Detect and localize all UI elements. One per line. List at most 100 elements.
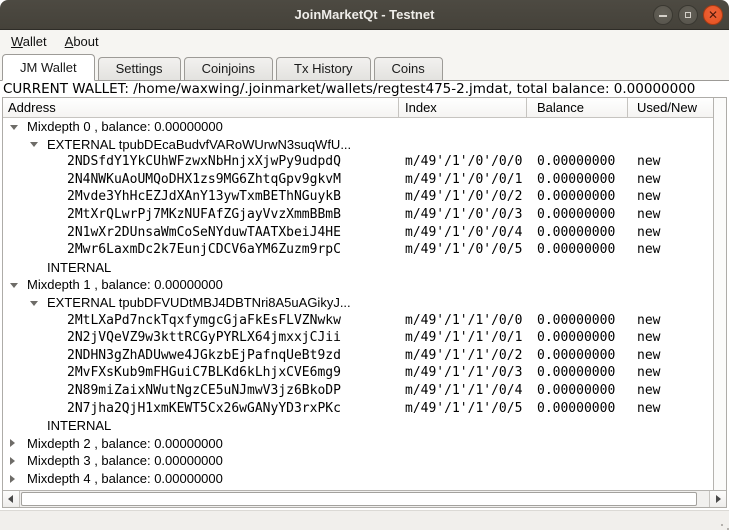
expand-icon[interactable] <box>10 475 15 483</box>
tree-row-branch[interactable]: Mixdepth 2 , balance: 0.00000000 <box>3 435 713 453</box>
address-cell: 2MtXrQLwrPj7MKzNUFAfZGjayVvzXmmBBmB <box>67 206 341 224</box>
expand-icon[interactable] <box>10 439 15 447</box>
resize-grip-icon[interactable] <box>721 524 723 526</box>
index-cell: m/49'/1'/1'/0/4 <box>405 382 522 400</box>
tree-row-address[interactable]: 2Mvde3YhHcEZJdXAnY13ywTxmBEThNGuykBm/49'… <box>3 188 713 206</box>
collapse-icon[interactable] <box>10 125 18 130</box>
index-cell: m/49'/1'/0'/0/1 <box>405 171 522 189</box>
tree-row-branch[interactable]: EXTERNAL tpubDEcaBudvfVARoWUrwN3suqWfU..… <box>3 136 713 154</box>
tree-row-address[interactable]: 2MtLXaPd7nckTqxfymgcGjaFkEsFLVZNwkw m/49'… <box>3 312 713 330</box>
tree-row-address[interactable]: 2N89miZaixNWutNgzCE5uNJmwV3jz6BkoDP m/49'… <box>3 382 713 400</box>
status-cell: new <box>637 224 660 242</box>
window-title: JoinMarketQt - Testnet <box>0 0 729 30</box>
horizontal-scrollbar[interactable] <box>3 490 726 507</box>
status-cell: new <box>637 241 660 259</box>
status-cell: new <box>637 347 660 365</box>
close-button[interactable]: ✕ <box>703 5 723 25</box>
status-cell: new <box>637 206 660 224</box>
title-bar[interactable]: JoinMarketQt - Testnet ✕ <box>0 0 729 30</box>
tree-row-label[interactable]: INTERNAL <box>3 417 713 435</box>
index-cell: m/49'/1'/1'/0/2 <box>405 347 522 365</box>
index-cell: m/49'/1'/1'/0/1 <box>405 329 522 347</box>
collapse-icon[interactable] <box>10 283 18 288</box>
column-header-used-new[interactable]: Used/New <box>628 98 713 118</box>
tree-row-address[interactable]: 2Mwr6LaxmDc2k7EunjCDCV6aYM6Zuzm9rpCm/49'… <box>3 241 713 259</box>
vertical-scrollbar[interactable] <box>713 98 726 490</box>
balance-cell: 0.00000000 <box>537 312 615 330</box>
tab-coins[interactable]: Coins <box>374 57 443 80</box>
maximize-icon <box>685 12 691 18</box>
tree-header: AddressIndexBalanceUsed/New <box>3 98 713 118</box>
status-cell: new <box>637 400 660 418</box>
index-cell: m/49'/1'/1'/0/3 <box>405 364 522 382</box>
tree-row-address[interactable]: 2N1wXr2DUnsaWmCoSeNYduwTAATXbeiJ4HEm/49'… <box>3 224 713 242</box>
status-cell: new <box>637 188 660 206</box>
balance-cell: 0.00000000 <box>537 241 615 259</box>
tree-row-label[interactable]: INTERNAL <box>3 259 713 277</box>
scroll-right-button[interactable] <box>709 491 726 507</box>
tab-tx-history[interactable]: Tx History <box>276 57 371 80</box>
balance-cell: 0.00000000 <box>537 206 615 224</box>
column-header-address[interactable]: Address <box>3 98 399 118</box>
tab-settings[interactable]: Settings <box>98 57 181 80</box>
address-cell: 2N7jha2QjH1xmKEWT5Cx26wGANyYD3rxPKc <box>67 400 341 418</box>
minimize-button[interactable] <box>653 5 673 25</box>
tab-bar: JM WalletSettingsCoinjoinsTx HistoryCoin… <box>0 53 729 81</box>
status-bar <box>0 510 729 530</box>
menu-bar: WalletAbout <box>0 30 729 53</box>
branch-label: EXTERNAL tpubDEcaBudvfVARoWUrwN3suqWfU..… <box>47 136 351 154</box>
tab-jm-wallet[interactable]: JM Wallet <box>2 54 95 81</box>
address-cell: 2N4NWKuAoUMQoDHX1zs9MG6ZhtqGpv9gkvM <box>67 171 341 189</box>
tab-coinjoins[interactable]: Coinjoins <box>184 57 273 80</box>
tree-row-address[interactable]: 2N7jha2QjH1xmKEWT5Cx26wGANyYD3rxPKcm/49'… <box>3 400 713 418</box>
tree-row-address[interactable]: 2MvFXsKub9mFHGuiC7BLKd6kLhjxCVE6mg9m/49'… <box>3 364 713 382</box>
balance-cell: 0.00000000 <box>537 400 615 418</box>
branch-label: EXTERNAL tpubDFVUDtMBJ4DBTNri8A5uAGikyJ.… <box>47 294 351 312</box>
tree-row-address[interactable]: 2N4NWKuAoUMQoDHX1zs9MG6ZhtqGpv9gkvM m/49'… <box>3 171 713 189</box>
status-cell: new <box>637 171 660 189</box>
balance-cell: 0.00000000 <box>537 224 615 242</box>
index-cell: m/49'/1'/0'/0/3 <box>405 206 522 224</box>
balance-cell: 0.00000000 <box>537 382 615 400</box>
tree-row-address[interactable]: 2N2jVQeVZ9w3kttRCGyPYRLX64jmxxjCJiim/49'… <box>3 329 713 347</box>
status-cell: new <box>637 329 660 347</box>
tree-row-branch[interactable]: EXTERNAL tpubDFVUDtMBJ4DBTNri8A5uAGikyJ.… <box>3 294 713 312</box>
menu-wallet[interactable]: Wallet <box>2 32 56 51</box>
tree-row-address[interactable]: 2NDHN3gZhADUwwe4JGkzbEjPafnqUeBt9zd m/49'… <box>3 347 713 365</box>
menu-about[interactable]: About <box>56 32 108 51</box>
tree-row-branch[interactable]: Mixdepth 1 , balance: 0.00000000 <box>3 276 713 294</box>
tree-row-branch[interactable]: Mixdepth 3 , balance: 0.00000000 <box>3 452 713 470</box>
balance-cell: 0.00000000 <box>537 347 615 365</box>
column-header-balance[interactable]: Balance <box>527 98 628 118</box>
address-cell: 2NDHN3gZhADUwwe4JGkzbEjPafnqUeBt9zd <box>67 347 341 365</box>
status-cell: new <box>637 312 660 330</box>
address-cell: 2MtLXaPd7nckTqxfymgcGjaFkEsFLVZNwkw <box>67 312 341 330</box>
close-icon: ✕ <box>704 6 722 24</box>
expand-icon[interactable] <box>10 457 15 465</box>
tree-body: Mixdepth 0 , balance: 0.00000000EXTERNAL… <box>3 118 713 490</box>
scrollbar-thumb[interactable] <box>21 492 697 506</box>
branch-label: Mixdepth 0 , balance: 0.00000000 <box>27 118 223 136</box>
wallet-tree-view: AddressIndexBalanceUsed/New Mixdepth 0 ,… <box>2 97 727 508</box>
balance-cell: 0.00000000 <box>537 329 615 347</box>
tree-row-address[interactable]: 2NDSfdY1YkCUhWFzwxNbHnjxXjwPy9udpdQm/49'… <box>3 153 713 171</box>
window-controls: ✕ <box>653 5 723 25</box>
tree-row-branch[interactable]: Mixdepth 0 , balance: 0.00000000 <box>3 118 713 136</box>
branch-label: Mixdepth 4 , balance: 0.00000000 <box>27 470 223 488</box>
current-wallet-banner: CURRENT WALLET: /home/waxwing/.joinmarke… <box>3 82 726 97</box>
maximize-button[interactable] <box>678 5 698 25</box>
tree-row-branch[interactable]: Mixdepth 4 , balance: 0.00000000 <box>3 470 713 488</box>
index-cell: m/49'/1'/0'/0/0 <box>405 153 522 171</box>
status-cell: new <box>637 364 660 382</box>
address-cell: 2N89miZaixNWutNgzCE5uNJmwV3jz6BkoDP <box>67 382 341 400</box>
arrow-left-icon <box>8 495 13 503</box>
index-cell: m/49'/1'/1'/0/0 <box>405 312 522 330</box>
tree-row-address[interactable]: 2MtXrQLwrPj7MKzNUFAfZGjayVvzXmmBBmB m/49'… <box>3 206 713 224</box>
balance-cell: 0.00000000 <box>537 364 615 382</box>
scroll-left-button[interactable] <box>3 491 20 507</box>
index-cell: m/49'/1'/0'/0/5 <box>405 241 522 259</box>
branch-label: INTERNAL <box>47 417 111 435</box>
column-header-index[interactable]: Index <box>399 98 527 118</box>
collapse-icon[interactable] <box>30 142 38 147</box>
collapse-icon[interactable] <box>30 301 38 306</box>
